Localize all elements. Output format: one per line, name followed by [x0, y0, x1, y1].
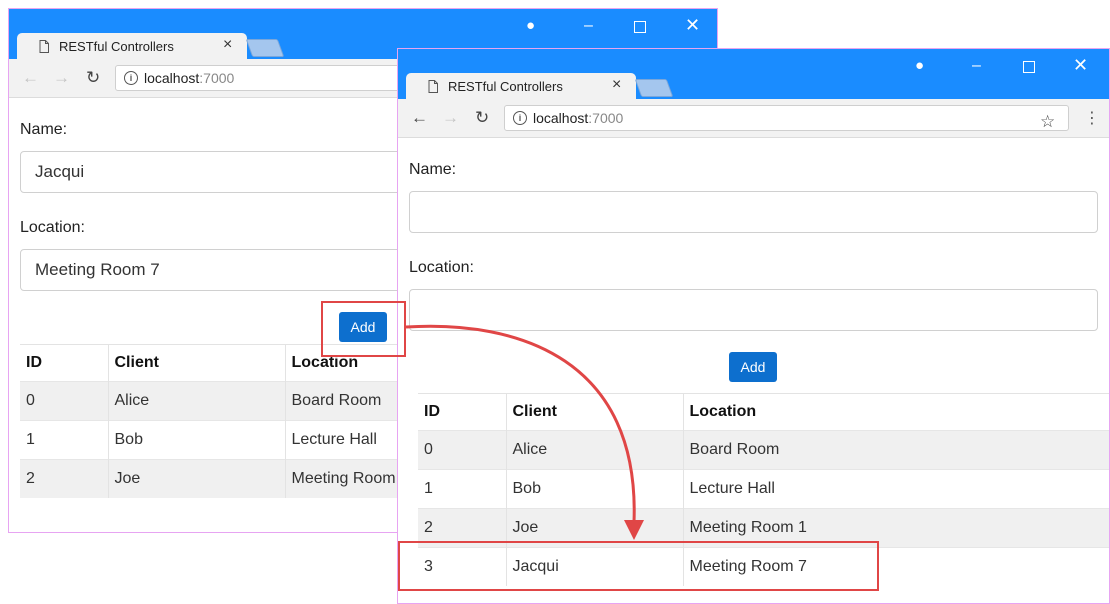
account-icon[interactable]: ● — [915, 57, 924, 74]
minimize-icon[interactable]: – — [972, 57, 981, 75]
browser-tab[interactable]: RESTful Controllers × — [17, 33, 247, 59]
cell-id: 1 — [418, 469, 506, 509]
star-icon[interactable]: ☆ — [1040, 112, 1055, 132]
cell-location: Lecture Hall — [682, 469, 1109, 509]
page-content: Name: Location: Add ID Client Location 0… — [398, 138, 1109, 603]
maximize-icon[interactable] — [1023, 61, 1035, 73]
reload-icon[interactable]: ↻ — [86, 68, 100, 88]
arrow-left-icon[interactable]: ← — [22, 68, 39, 88]
minimize-icon[interactable]: – — [584, 17, 593, 35]
table-row: 0 Alice Board Room — [418, 430, 1109, 470]
page-icon — [39, 40, 49, 53]
name-label: Name: — [20, 121, 68, 138]
header-client: Client — [505, 393, 683, 431]
browser-tab[interactable]: RESTful Controllers × — [406, 73, 636, 99]
title-bar: RESTful Controllers × ● – ✕ — [398, 49, 1109, 99]
cell-client: Bob — [505, 469, 683, 509]
maximize-icon[interactable] — [634, 21, 646, 33]
info-icon[interactable]: i — [513, 111, 527, 125]
header-id: ID — [418, 393, 506, 431]
location-label: Location: — [409, 259, 474, 276]
browser-window-after: RESTful Controllers × ● – ✕ ← → ↻ i loca… — [397, 48, 1110, 604]
cell-id: 2 — [20, 459, 108, 498]
add-button[interactable]: Add — [729, 352, 777, 382]
url-text: localhost:7000 — [533, 110, 624, 126]
new-tab-button[interactable] — [634, 79, 674, 97]
url-text: localhost:7000 — [144, 70, 235, 86]
browser-toolbar: ← → ↻ i localhost:7000 ☆ ⋮ — [398, 99, 1109, 138]
close-icon[interactable]: ✕ — [1073, 55, 1088, 76]
reload-icon[interactable]: ↻ — [475, 108, 489, 128]
arrow-right-icon[interactable]: → — [53, 68, 70, 88]
address-bar[interactable]: i localhost:7000 ☆ — [504, 105, 1069, 131]
close-icon[interactable]: × — [223, 36, 232, 54]
page-icon — [428, 80, 438, 93]
new-tab-button[interactable] — [245, 39, 285, 57]
header-id: ID — [20, 344, 108, 382]
close-icon[interactable]: ✕ — [685, 15, 700, 36]
add-button-highlight — [321, 301, 406, 357]
location-input[interactable] — [409, 289, 1098, 331]
cell-id: 0 — [418, 430, 506, 470]
arrow-right-icon[interactable]: → — [442, 108, 459, 128]
header-client: Client — [107, 344, 285, 382]
name-input[interactable] — [409, 191, 1098, 233]
cell-location: Board Room — [682, 430, 1109, 470]
header-location: Location — [682, 393, 1109, 431]
account-icon[interactable]: ● — [526, 17, 535, 34]
cell-client: Alice — [505, 430, 683, 470]
info-icon[interactable]: i — [124, 71, 138, 85]
name-label: Name: — [409, 161, 457, 178]
tab-title: RESTful Controllers — [448, 79, 563, 94]
cell-client: Bob — [107, 420, 285, 460]
location-label: Location: — [20, 219, 85, 236]
cell-id: 1 — [20, 420, 108, 460]
table-header-row: ID Client Location — [418, 393, 1109, 431]
cell-id: 0 — [20, 381, 108, 421]
cell-client: Joe — [107, 459, 285, 498]
close-icon[interactable]: × — [612, 76, 621, 94]
table-row: 1 Bob Lecture Hall — [418, 469, 1109, 509]
cell-client: Alice — [107, 381, 285, 421]
arrow-left-icon[interactable]: ← — [411, 108, 428, 128]
more-vertical-icon[interactable]: ⋮ — [1084, 108, 1100, 128]
tab-title: RESTful Controllers — [59, 39, 174, 54]
new-row-highlight — [398, 541, 879, 591]
